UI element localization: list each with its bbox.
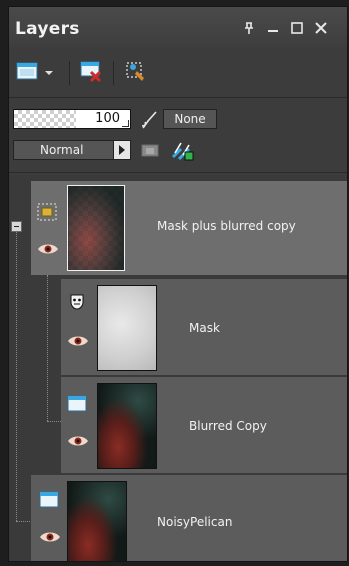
layer-thumbnail	[97, 285, 157, 371]
layer-thumbnail	[97, 383, 157, 469]
layer-thumbnail	[67, 185, 125, 271]
blend-mode-value: Normal	[40, 143, 84, 157]
tree-connector	[47, 275, 48, 421]
divider	[9, 172, 347, 173]
layer-thumbnail	[67, 481, 127, 561]
blend-mode-arrow-icon[interactable]	[113, 141, 130, 159]
dropdown-arrow-icon[interactable]	[43, 59, 55, 85]
edit-selection-icon[interactable]	[123, 59, 149, 85]
layer-name: Mask plus blurred copy	[157, 219, 296, 233]
layers-panel: Layers 100 None Normal Mask plus blurred…	[8, 6, 348, 562]
collapse-group-toggle[interactable]	[11, 221, 22, 232]
layer-list: Mask plus blurred copy Mask Blurred Copy…	[9, 175, 347, 561]
tree-connector	[16, 231, 17, 521]
layer-row[interactable]: Blurred Copy	[61, 377, 347, 473]
new-layer-icon[interactable]	[15, 59, 41, 85]
link-layers-icon[interactable]	[169, 137, 195, 163]
eye-icon[interactable]	[67, 433, 89, 447]
layer-row[interactable]: Mask	[61, 279, 347, 375]
opacity-checker-swatch	[14, 110, 76, 128]
lock-transparency-icon[interactable]	[139, 139, 161, 161]
toolbar-separator	[69, 61, 70, 85]
raster-layer-icon[interactable]	[39, 491, 59, 509]
eye-icon[interactable]	[37, 241, 59, 255]
tree-connector	[47, 421, 61, 422]
layer-row[interactable]: Mask plus blurred copy	[31, 181, 347, 275]
opacity-slider[interactable]: 100	[13, 109, 131, 129]
panel-titlebar[interactable]: Layers	[9, 7, 347, 47]
resize-grip-icon	[122, 120, 129, 127]
delete-layer-icon[interactable]	[79, 59, 105, 85]
mask-layer-icon[interactable]	[67, 293, 87, 311]
close-icon[interactable]	[313, 20, 329, 36]
group-layer-icon[interactable]	[37, 203, 57, 221]
minimize-icon[interactable]	[265, 20, 281, 36]
layers-toolbar	[9, 51, 347, 91]
toolbar-separator	[113, 61, 114, 85]
brush-variance-field[interactable]: None	[163, 109, 217, 129]
panel-title: Layers	[15, 19, 80, 39]
layer-name: Blurred Copy	[189, 419, 267, 433]
eye-icon[interactable]	[39, 529, 61, 543]
layer-name: NoisyPelican	[157, 515, 233, 529]
divider	[9, 97, 347, 98]
eye-icon[interactable]	[67, 333, 89, 347]
maximize-icon[interactable]	[289, 20, 305, 36]
pin-icon[interactable]	[241, 20, 257, 36]
blend-mode-select[interactable]: Normal	[13, 140, 131, 160]
layer-row[interactable]: NoisyPelican	[31, 475, 347, 561]
raster-layer-icon[interactable]	[67, 395, 87, 413]
opacity-value: 100	[95, 111, 120, 126]
brush-variance-icon[interactable]	[139, 108, 163, 130]
layer-name: Mask	[189, 321, 220, 335]
